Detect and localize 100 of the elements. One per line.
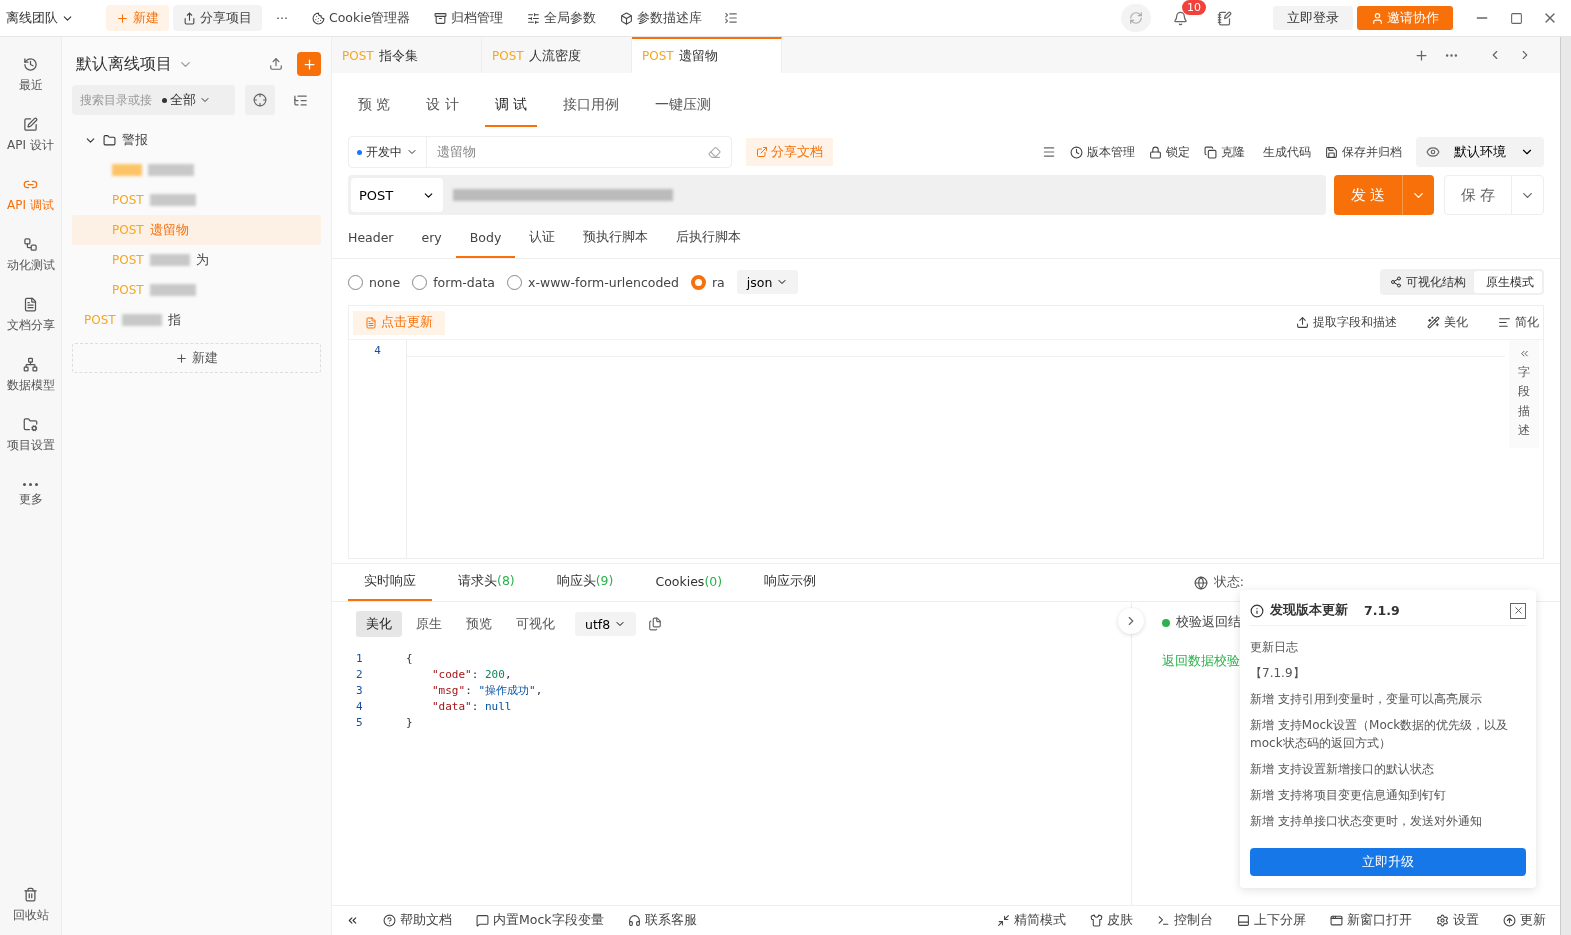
toolbar-button[interactable]: ··· bbox=[266, 5, 298, 31]
search-field[interactable]: 搜索目录或接 全部 bbox=[72, 85, 235, 115]
status-bar-item[interactable]: 新窗口打开 bbox=[1330, 912, 1412, 929]
status-bar-item[interactable]: 控制台 bbox=[1157, 912, 1213, 929]
endpoint-tree-row[interactable]: POST 为 bbox=[72, 245, 321, 275]
view-tab[interactable]: 一键压测 bbox=[645, 85, 722, 127]
view-tab[interactable]: 接口用例 bbox=[553, 85, 630, 127]
minimize-arrows-icon bbox=[997, 914, 1010, 927]
view-option[interactable]: 原生 bbox=[406, 611, 452, 637]
nav-item[interactable]: 动化测试 bbox=[0, 225, 62, 285]
toolbar-action[interactable]: 保存并归档 bbox=[1325, 143, 1402, 161]
outline-icon[interactable] bbox=[1042, 145, 1056, 159]
view-option[interactable]: 可视化 bbox=[506, 611, 565, 637]
status-bar-item[interactable]: 更新 bbox=[1503, 912, 1546, 929]
status-bar-item[interactable]: 上下分屏 bbox=[1237, 912, 1306, 929]
document-tab[interactable]: POST 指令集 bbox=[332, 37, 482, 73]
nav-item[interactable]: 项目设置 bbox=[0, 405, 62, 465]
status-label: 状态: bbox=[1213, 574, 1244, 591]
close-button[interactable] bbox=[1510, 602, 1526, 619]
document-tab[interactable]: POST 遗留物 bbox=[632, 37, 782, 73]
list-icon bbox=[1498, 316, 1511, 329]
filter-selector[interactable]: 全部 bbox=[162, 91, 211, 109]
project-title[interactable]: 默认离线项目 bbox=[76, 53, 255, 75]
editor-action[interactable]: 简化 bbox=[1498, 314, 1539, 331]
check-result: 返回数据校验 bbox=[1161, 653, 1241, 670]
login-button[interactable]: 立即登录 bbox=[1273, 6, 1353, 30]
toolbar-action[interactable]: 生成代码 bbox=[1259, 143, 1311, 161]
status-selector[interactable]: 开发中 bbox=[349, 137, 427, 167]
endpoint-tree-row[interactable]: POST 指 bbox=[72, 305, 321, 335]
toolbar-action[interactable]: 版本管理 bbox=[1070, 143, 1135, 161]
toolbar-button[interactable]: 参数描述库 bbox=[610, 5, 713, 31]
response-tab[interactable]: 实时响应 bbox=[348, 564, 432, 601]
upgrade-button[interactable]: 立即升级 bbox=[1250, 848, 1526, 876]
close-icon bbox=[1512, 605, 1524, 616]
mode-toggle[interactable]: 可视化结构 bbox=[1382, 271, 1474, 293]
field-description-panel[interactable]: 字段描述 bbox=[1509, 340, 1539, 448]
toolbar-button[interactable]: 分享项目 bbox=[173, 5, 262, 31]
name-field[interactable]: 开发中 遗留物 bbox=[348, 136, 732, 168]
collapse-icon[interactable] bbox=[346, 914, 359, 927]
toolbar-action[interactable]: 锁定 bbox=[1149, 143, 1190, 161]
folder-name[interactable]: 警报 bbox=[122, 131, 148, 149]
view-tab[interactable]: 预 览 bbox=[348, 85, 401, 127]
status-bar-item[interactable]: 设置 bbox=[1436, 912, 1479, 929]
request-tab[interactable]: Header bbox=[348, 219, 408, 258]
request-tab[interactable]: 后执行脚本 bbox=[662, 219, 756, 258]
line-number: 1 bbox=[356, 651, 364, 665]
request-tab[interactable]: ery bbox=[407, 219, 456, 258]
changelog-entry: 新增 支持设置新增接口的默认状态 bbox=[1250, 761, 1435, 778]
team-selector[interactable]: 离线团队 bbox=[6, 9, 74, 27]
response-tab[interactable]: 请求头(8) bbox=[442, 564, 531, 601]
toolbar-button[interactable]: 全局参数 bbox=[517, 5, 607, 31]
encoding-selector[interactable]: utf8 bbox=[575, 612, 637, 636]
nav-item[interactable]: 回收站 bbox=[0, 875, 62, 935]
environment-selector[interactable]: 默认环境 bbox=[1416, 137, 1544, 167]
clear-icon[interactable] bbox=[708, 145, 721, 159]
document-icon bbox=[23, 296, 38, 312]
response-tab[interactable]: Cookies(0) bbox=[639, 564, 739, 601]
method-label: POST bbox=[112, 283, 144, 297]
format-selector[interactable]: json bbox=[736, 270, 799, 294]
response-tab[interactable]: 响应示例 bbox=[748, 564, 833, 601]
expand-button[interactable] bbox=[1118, 608, 1144, 634]
save-button[interactable]: 保 存 bbox=[1444, 175, 1544, 215]
body-type-radio[interactable]: form-data bbox=[412, 274, 495, 290]
editor-action[interactable]: 提取字段和描述 bbox=[1296, 314, 1397, 331]
add-button[interactable] bbox=[297, 52, 321, 76]
status-bar-item[interactable]: 联系客服 bbox=[627, 912, 697, 929]
view-tab[interactable]: 设 计 bbox=[416, 85, 469, 127]
changelog-entry: 新增 支持单接口状态变更时，发送对外通知 bbox=[1250, 813, 1483, 830]
new-button[interactable]: 新建 bbox=[72, 343, 321, 373]
body-type-radio[interactable]: x-www-form-urlencoded bbox=[507, 274, 679, 290]
toolbar-button[interactable]: 归档管理 bbox=[424, 5, 514, 31]
request-tab[interactable]: 认证 bbox=[515, 219, 570, 258]
sync-icon[interactable] bbox=[1121, 4, 1151, 32]
request-tab[interactable]: 预执行脚本 bbox=[569, 219, 663, 258]
response-tab[interactable]: 响应头(9) bbox=[540, 564, 630, 601]
status-bar-item[interactable]: 精简模式 bbox=[997, 912, 1066, 929]
toolbar-button[interactable]: Cookie管理器 bbox=[301, 5, 421, 31]
status-bar-item[interactable]: 帮助文档 bbox=[383, 912, 452, 929]
view-option[interactable]: 预览 bbox=[456, 611, 502, 637]
view-tab[interactable]: 调 试 bbox=[484, 85, 538, 127]
request-tab[interactable]: Body bbox=[455, 219, 516, 258]
mode-toggle[interactable]: 原生模式 bbox=[1474, 271, 1542, 293]
url-field[interactable]: POST bbox=[348, 175, 1326, 215]
nav-item[interactable]: 数据模型 bbox=[0, 345, 62, 405]
toolbar-action[interactable]: 克隆 bbox=[1204, 143, 1245, 161]
status-bar-item[interactable]: 内置Mock字段变量 bbox=[476, 912, 604, 929]
locate-icon[interactable] bbox=[245, 85, 275, 115]
status-bar-item[interactable]: 皮肤 bbox=[1090, 912, 1133, 929]
body-type-radio[interactable]: ra bbox=[691, 274, 725, 290]
endpoint-name: 指 bbox=[167, 311, 181, 329]
body-type-radio[interactable]: none bbox=[348, 274, 401, 290]
cookie-icon bbox=[311, 11, 325, 25]
editor-action[interactable]: 美化 bbox=[1427, 314, 1468, 331]
nav-item[interactable]: 更多 bbox=[0, 465, 62, 525]
view-option[interactable]: 美化 bbox=[356, 611, 402, 637]
nav-item[interactable]: API 设计 bbox=[0, 105, 62, 165]
method-selector[interactable]: POST bbox=[351, 178, 443, 212]
nav-item[interactable]: 最近 bbox=[0, 45, 62, 105]
nav-item[interactable]: 文档分享 bbox=[0, 285, 62, 345]
sliders-icon bbox=[527, 11, 541, 25]
